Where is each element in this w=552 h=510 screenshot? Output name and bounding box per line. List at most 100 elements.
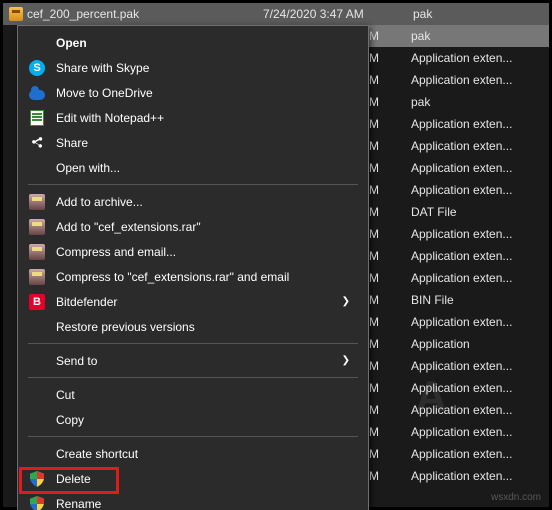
menu-share-skype-label: Share with Skype [56, 61, 350, 75]
menu-rename[interactable]: Rename [18, 491, 368, 510]
menu-open-with-label: Open with... [56, 161, 350, 175]
file-row-fragment[interactable]: MApplication exten... [369, 135, 549, 157]
menu-add-archive[interactable]: Add to archive... [18, 189, 368, 214]
menu-edit-notepadpp[interactable]: Edit with Notepad++ [18, 105, 368, 130]
file-type: Application exten... [389, 73, 549, 87]
file-date-fragment: M [369, 51, 389, 65]
file-row-fragment[interactable]: MDAT File [369, 201, 549, 223]
file-date-fragment: M [369, 95, 389, 109]
file-row-fragment[interactable]: MApplication exten... [369, 179, 549, 201]
menu-move-onedrive[interactable]: Move to OneDrive [18, 80, 368, 105]
file-date-fragment: M [369, 381, 389, 395]
menu-add-to-rar[interactable]: Add to "cef_extensions.rar" [18, 214, 368, 239]
menu-share[interactable]: Share [18, 130, 368, 155]
file-type: Application exten... [389, 315, 549, 329]
menu-compress-to-email-label: Compress to "cef_extensions.rar" and ema… [56, 270, 350, 284]
menu-add-archive-label: Add to archive... [56, 195, 350, 209]
menu-send-to-label: Send to [56, 354, 342, 368]
file-row-fragment[interactable]: MApplication exten... [369, 47, 549, 69]
file-row-fragment[interactable]: MApplication exten... [369, 377, 549, 399]
menu-bitdefender-label: Bitdefender [56, 295, 342, 309]
file-type: BIN File [389, 293, 549, 307]
menu-restore-versions[interactable]: Restore previous versions [18, 314, 368, 339]
blank-icon [28, 318, 46, 336]
file-row-fragment[interactable]: MApplication exten... [369, 443, 549, 465]
file-list-right-fragment: MpakMApplication exten...MApplication ex… [369, 25, 549, 507]
blank-icon [28, 386, 46, 404]
winrar-icon [28, 268, 46, 286]
menu-compress-email[interactable]: Compress and email... [18, 239, 368, 264]
blank-icon [28, 411, 46, 429]
file-row-fragment[interactable]: MApplication exten... [369, 113, 549, 135]
file-row-fragment[interactable]: MApplication exten... [369, 223, 549, 245]
file-date-fragment: M [369, 205, 389, 219]
menu-separator [28, 343, 358, 344]
file-type: Application exten... [389, 139, 549, 153]
file-date-fragment: M [369, 337, 389, 351]
file-row-fragment[interactable]: MApplication exten... [369, 355, 549, 377]
menu-cut[interactable]: Cut [18, 382, 368, 407]
file-type: Application exten... [389, 183, 549, 197]
menu-edit-notepadpp-label: Edit with Notepad++ [56, 111, 350, 125]
file-date-fragment: M [369, 293, 389, 307]
file-date-fragment: M [369, 161, 389, 175]
menu-share-skype[interactable]: S Share with Skype [18, 55, 368, 80]
file-row-fragment[interactable]: Mpak [369, 91, 549, 113]
file-type: DAT File [389, 205, 549, 219]
file-type: Application exten... [389, 271, 549, 285]
file-date-fragment: M [369, 139, 389, 153]
file-date-fragment: M [369, 425, 389, 439]
menu-create-shortcut[interactable]: Create shortcut [18, 441, 368, 466]
file-row-fragment[interactable]: MApplication exten... [369, 465, 549, 487]
pak-icon [9, 7, 23, 21]
file-type: Application exten... [389, 381, 549, 395]
menu-restore-versions-label: Restore previous versions [56, 320, 350, 334]
file-date-fragment: M [369, 29, 389, 43]
share-icon [28, 134, 46, 152]
chevron-right-icon: ❯ [342, 355, 350, 366]
file-date-fragment: M [369, 249, 389, 263]
file-type: Application exten... [389, 161, 549, 175]
file-date-fragment: M [369, 183, 389, 197]
file-date-fragment: M [369, 271, 389, 285]
blank-icon [28, 352, 46, 370]
uac-shield-icon [28, 470, 46, 488]
file-date-fragment: M [369, 469, 389, 483]
menu-delete[interactable]: Delete [18, 466, 368, 491]
file-row-selected[interactable]: cef_200_percent.pak 7/24/2020 3:47 AM pa… [3, 3, 549, 25]
file-type: pak [389, 95, 549, 109]
menu-add-to-rar-label: Add to "cef_extensions.rar" [56, 220, 350, 234]
menu-move-onedrive-label: Move to OneDrive [56, 86, 350, 100]
menu-open-with[interactable]: Open with... [18, 155, 368, 180]
file-row-fragment[interactable]: MBIN File [369, 289, 549, 311]
file-row-fragment[interactable]: MApplication exten... [369, 311, 549, 333]
file-row-fragment[interactable]: MApplication exten... [369, 267, 549, 289]
file-type: Application [389, 337, 549, 351]
menu-compress-to-email[interactable]: Compress to "cef_extensions.rar" and ema… [18, 264, 368, 289]
file-type: pak [389, 29, 549, 43]
file-type: pak [403, 7, 549, 21]
winrar-icon [28, 218, 46, 236]
file-date-fragment: M [369, 359, 389, 373]
file-date: 7/24/2020 3:47 AM [263, 7, 403, 21]
file-date-fragment: M [369, 117, 389, 131]
file-row-fragment[interactable]: MApplication exten... [369, 399, 549, 421]
menu-bitdefender[interactable]: B Bitdefender ❯ [18, 289, 368, 314]
file-date-fragment: M [369, 227, 389, 241]
file-type: Application exten... [389, 403, 549, 417]
file-type: Application exten... [389, 469, 549, 483]
file-date-fragment: M [369, 73, 389, 87]
menu-open-label: Open [56, 36, 350, 50]
menu-send-to[interactable]: Send to ❯ [18, 348, 368, 373]
menu-rename-label: Rename [56, 497, 350, 510]
menu-cut-label: Cut [56, 388, 350, 402]
file-date-fragment: M [369, 447, 389, 461]
file-row-fragment[interactable]: MApplication [369, 333, 549, 355]
file-row-fragment[interactable]: MApplication exten... [369, 69, 549, 91]
menu-copy[interactable]: Copy [18, 407, 368, 432]
file-row-fragment[interactable]: MApplication exten... [369, 421, 549, 443]
file-row-fragment[interactable]: MApplication exten... [369, 157, 549, 179]
file-row-fragment[interactable]: Mpak [369, 25, 549, 47]
file-row-fragment[interactable]: MApplication exten... [369, 245, 549, 267]
menu-open[interactable]: Open [18, 30, 368, 55]
